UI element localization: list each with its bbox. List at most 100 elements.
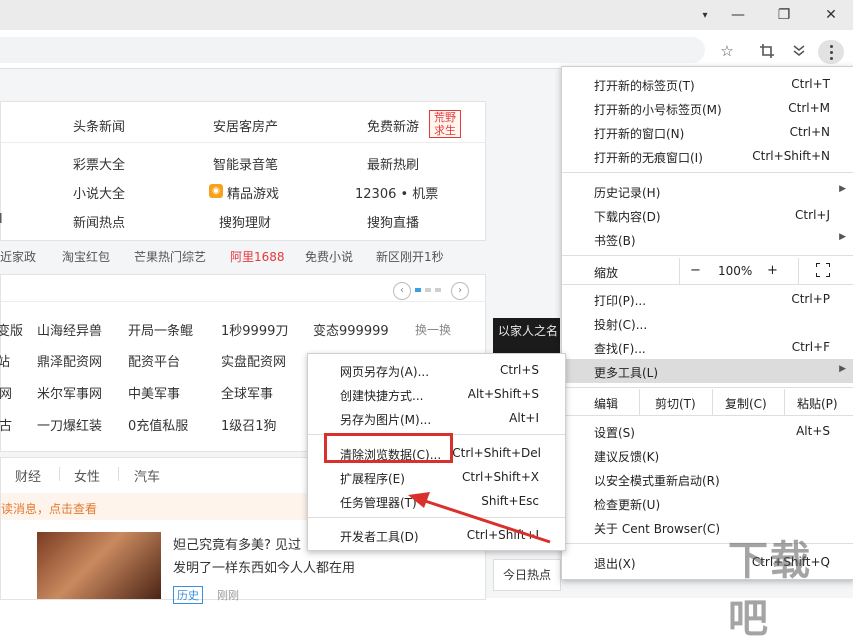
nav-link[interactable]: 最新热刷: [367, 154, 419, 173]
carousel-dot[interactable]: [435, 288, 441, 292]
tab-divider: [59, 467, 60, 481]
hot-link[interactable]: 淘宝红包: [62, 248, 110, 265]
menu-separator: [562, 284, 853, 285]
nav-link[interactable]: 免费新游: [367, 116, 419, 135]
game-link[interactable]: 网: [0, 383, 12, 402]
nav-link[interactable]: 精品游戏: [227, 183, 279, 202]
menu-item-feedback[interactable]: 建议反馈(K): [562, 443, 853, 467]
cut-button[interactable]: 剪切(T): [655, 395, 696, 412]
game-link[interactable]: 山海经异兽: [37, 320, 102, 339]
news-title[interactable]: 妲己究竟有多美? 见过: [173, 534, 301, 553]
hot-links-row: 近家政 淘宝红包 芒果热门综艺 阿里1688 免费小说 新区刚开1秒: [0, 242, 484, 268]
nav-link[interactable]: 搜狗理财: [219, 212, 271, 231]
nav-link[interactable]: 安居客房产: [213, 116, 278, 135]
refresh-link[interactable]: 换一换: [415, 321, 451, 338]
menu-item-new-alt-tab[interactable]: 打开新的小号标签页(M) Ctrl+M: [562, 96, 853, 120]
nav-link[interactable]: 新闻热点: [73, 212, 125, 231]
game-link[interactable]: 配资平台: [128, 351, 180, 370]
menu-item-history[interactable]: 历史记录(H) ▶: [562, 179, 853, 203]
watermark: 下载吧: [728, 538, 812, 642]
window-title-bar: ▾ — ❐ ✕: [0, 0, 853, 30]
game-link[interactable]: 开局一条鲲: [128, 320, 193, 339]
zoom-level: 100%: [718, 264, 753, 278]
tab-finance[interactable]: 财经: [15, 466, 41, 485]
game-link[interactable]: 全球军事: [221, 383, 273, 402]
today-hot-button[interactable]: 今日热点: [493, 559, 561, 591]
chevron-right-icon: ▶: [839, 364, 846, 374]
hot-link[interactable]: 免费小说: [305, 248, 353, 265]
close-button[interactable]: ✕: [811, 0, 851, 30]
menu-item-safe-restart[interactable]: 以安全模式重新启动(R): [562, 467, 853, 491]
menu-item-downloads[interactable]: 下载内容(D) Ctrl+J: [562, 203, 853, 227]
menu-item-check-update[interactable]: 检查更新(U): [562, 491, 853, 515]
menu-item-new-window[interactable]: 打开新的窗口(N) Ctrl+N: [562, 120, 853, 144]
menu-item-settings[interactable]: 设置(S) Alt+S: [562, 419, 853, 443]
game-link[interactable]: 一刀爆红装: [37, 415, 102, 434]
tab-divider: [118, 467, 119, 481]
menu-item-incognito[interactable]: 打开新的无痕窗口(I) Ctrl+Shift+N: [562, 144, 853, 168]
hot-link[interactable]: 芒果热门综艺: [134, 248, 206, 265]
tab-auto[interactable]: 汽车: [134, 466, 160, 485]
hot-link[interactable]: 近家政: [0, 248, 36, 265]
star-icon[interactable]: ☆: [714, 38, 740, 64]
news-tag[interactable]: 历史: [173, 586, 203, 604]
tab-women[interactable]: 女性: [74, 466, 100, 485]
download-icon[interactable]: [786, 38, 812, 64]
game-link[interactable]: 1秒9999刀: [221, 320, 288, 339]
news-time: 刚刚: [217, 589, 239, 602]
menu-icon[interactable]: [818, 40, 844, 64]
game-link[interactable]: 鼎泽配资网: [37, 351, 102, 370]
gamepad-icon: ◉: [209, 184, 223, 198]
highlight-box: [324, 433, 453, 463]
menu-edit-row: 编辑 剪切(T) 复制(C) 粘贴(P): [562, 389, 853, 415]
nav-link[interactable]: 智能录音笔: [213, 154, 278, 173]
menu-zoom-row: 缩放 − 100% +: [562, 258, 853, 284]
carousel-prev-button[interactable]: ‹: [393, 282, 411, 300]
nav-link[interactable]: 12306 • 机票: [355, 183, 438, 202]
menu-item-save-page[interactable]: 网页另存为(A)... Ctrl+S: [308, 358, 565, 382]
game-link[interactable]: 0充值私服: [128, 415, 188, 434]
menu-item-cast[interactable]: 投射(C)...: [562, 311, 853, 335]
fullscreen-icon[interactable]: [815, 262, 831, 280]
hot-link[interactable]: 阿里1688: [230, 248, 285, 265]
news-title[interactable]: 发明了一样东西如今人人都在用: [173, 557, 355, 576]
arrow-annotation: [408, 492, 551, 544]
minimize-button[interactable]: —: [718, 0, 758, 30]
menu-item-bookmarks[interactable]: 书签(B) ▶: [562, 227, 853, 251]
menu-item-create-shortcut[interactable]: 创建快捷方式... Alt+Shift+S: [308, 382, 565, 406]
maximize-button[interactable]: ❐: [764, 0, 804, 30]
news-image[interactable]: [37, 532, 161, 599]
zoom-out-button[interactable]: −: [690, 263, 701, 278]
nav-link-fragment[interactable]: l: [0, 212, 3, 227]
game-link[interactable]: 米尔军事网: [37, 383, 102, 402]
carousel-next-button[interactable]: ›: [451, 282, 469, 300]
game-link[interactable]: 古: [0, 415, 12, 434]
zoom-in-button[interactable]: +: [767, 263, 778, 278]
side-banner[interactable]: 以家人之名: [493, 318, 560, 354]
hot-link[interactable]: 新区刚开1秒: [376, 248, 444, 265]
game-badge[interactable]: 荒野求生: [429, 110, 461, 138]
carousel-dot[interactable]: [415, 288, 421, 292]
address-bar[interactable]: [0, 37, 705, 63]
menu-item-find[interactable]: 查找(F)... Ctrl+F: [562, 335, 853, 359]
crop-icon[interactable]: [754, 38, 780, 64]
paste-button[interactable]: 粘贴(P): [797, 395, 838, 412]
game-link[interactable]: 站: [0, 351, 10, 370]
game-link[interactable]: 实盘配资网: [221, 351, 286, 370]
game-link[interactable]: 变态999999: [313, 320, 389, 339]
menu-item-save-as-image[interactable]: 另存为图片(M)... Alt+I: [308, 406, 565, 430]
nav-link[interactable]: 小说大全: [73, 183, 125, 202]
carousel-dot[interactable]: [425, 288, 431, 292]
menu-item-print[interactable]: 打印(P)... Ctrl+P: [562, 287, 853, 311]
menu-item-new-tab[interactable]: 打开新的标签页(T) Ctrl+T: [562, 72, 853, 96]
notice-text: 读消息，点击查看: [1, 502, 98, 516]
nav-link[interactable]: 搜狗直播: [367, 212, 419, 231]
nav-link[interactable]: 彩票大全: [73, 154, 125, 173]
nav-link[interactable]: 头条新闻: [73, 116, 125, 135]
browser-main-menu: 打开新的标签页(T) Ctrl+T 打开新的小号标签页(M) Ctrl+M 打开新的…: [561, 66, 853, 580]
game-link[interactable]: 变版: [0, 320, 23, 339]
copy-button[interactable]: 复制(C): [725, 395, 767, 412]
game-link[interactable]: 中美军事: [128, 383, 180, 402]
game-link[interactable]: 1级召1狗: [221, 415, 277, 434]
menu-item-more-tools[interactable]: 更多工具(L) ▶: [562, 359, 853, 383]
